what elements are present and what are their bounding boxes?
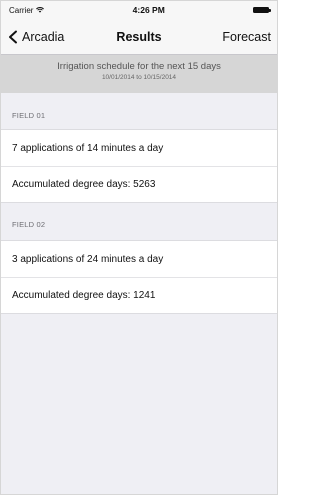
section-header-field-01: FIELD 01: [12, 111, 46, 120]
status-left: Carrier: [9, 5, 45, 15]
field-02-group: 3 applications of 24 minutes a day Accum…: [1, 240, 277, 314]
section-header-field-02: FIELD 02: [12, 220, 46, 229]
results-screen: Carrier 4:26 PM Arcadia Results Forecast…: [0, 0, 278, 495]
carrier-label: Carrier: [9, 5, 34, 15]
schedule-title: Irrigation schedule for the next 15 days: [57, 61, 221, 72]
field-02-applications-row: 3 applications of 24 minutes a day: [1, 241, 277, 277]
forecast-button[interactable]: Forecast: [222, 30, 271, 44]
back-button-label: Arcadia: [22, 29, 65, 44]
battery-icon: [252, 7, 271, 13]
list-item-label: Accumulated degree days: 1241: [12, 289, 156, 301]
wifi-icon: [36, 7, 45, 13]
status-bar: Carrier 4:26 PM: [1, 1, 277, 19]
back-button[interactable]: Arcadia: [7, 30, 64, 44]
list-item-label: 7 applications of 14 minutes a day: [12, 142, 164, 154]
list-item-label: 3 applications of 24 minutes a day: [12, 253, 164, 265]
status-time: 4:26 PM: [132, 5, 165, 15]
field-01-degree-days-row: Accumulated degree days: 5263: [1, 166, 277, 202]
field-02-degree-days-row: Accumulated degree days: 1241: [1, 277, 277, 313]
schedule-banner: Irrigation schedule for the next 15 days…: [1, 55, 277, 93]
navigation-bar: Arcadia Results Forecast: [1, 19, 277, 55]
schedule-date-range: 10/01/2014 to 10/15/2014: [101, 74, 177, 81]
chevron-left-icon: [9, 30, 17, 43]
field-01-applications-row: 7 applications of 14 minutes a day: [1, 130, 277, 166]
list-item-label: Accumulated degree days: 5263: [12, 178, 156, 190]
field-01-group: 7 applications of 14 minutes a day Accum…: [1, 129, 277, 203]
